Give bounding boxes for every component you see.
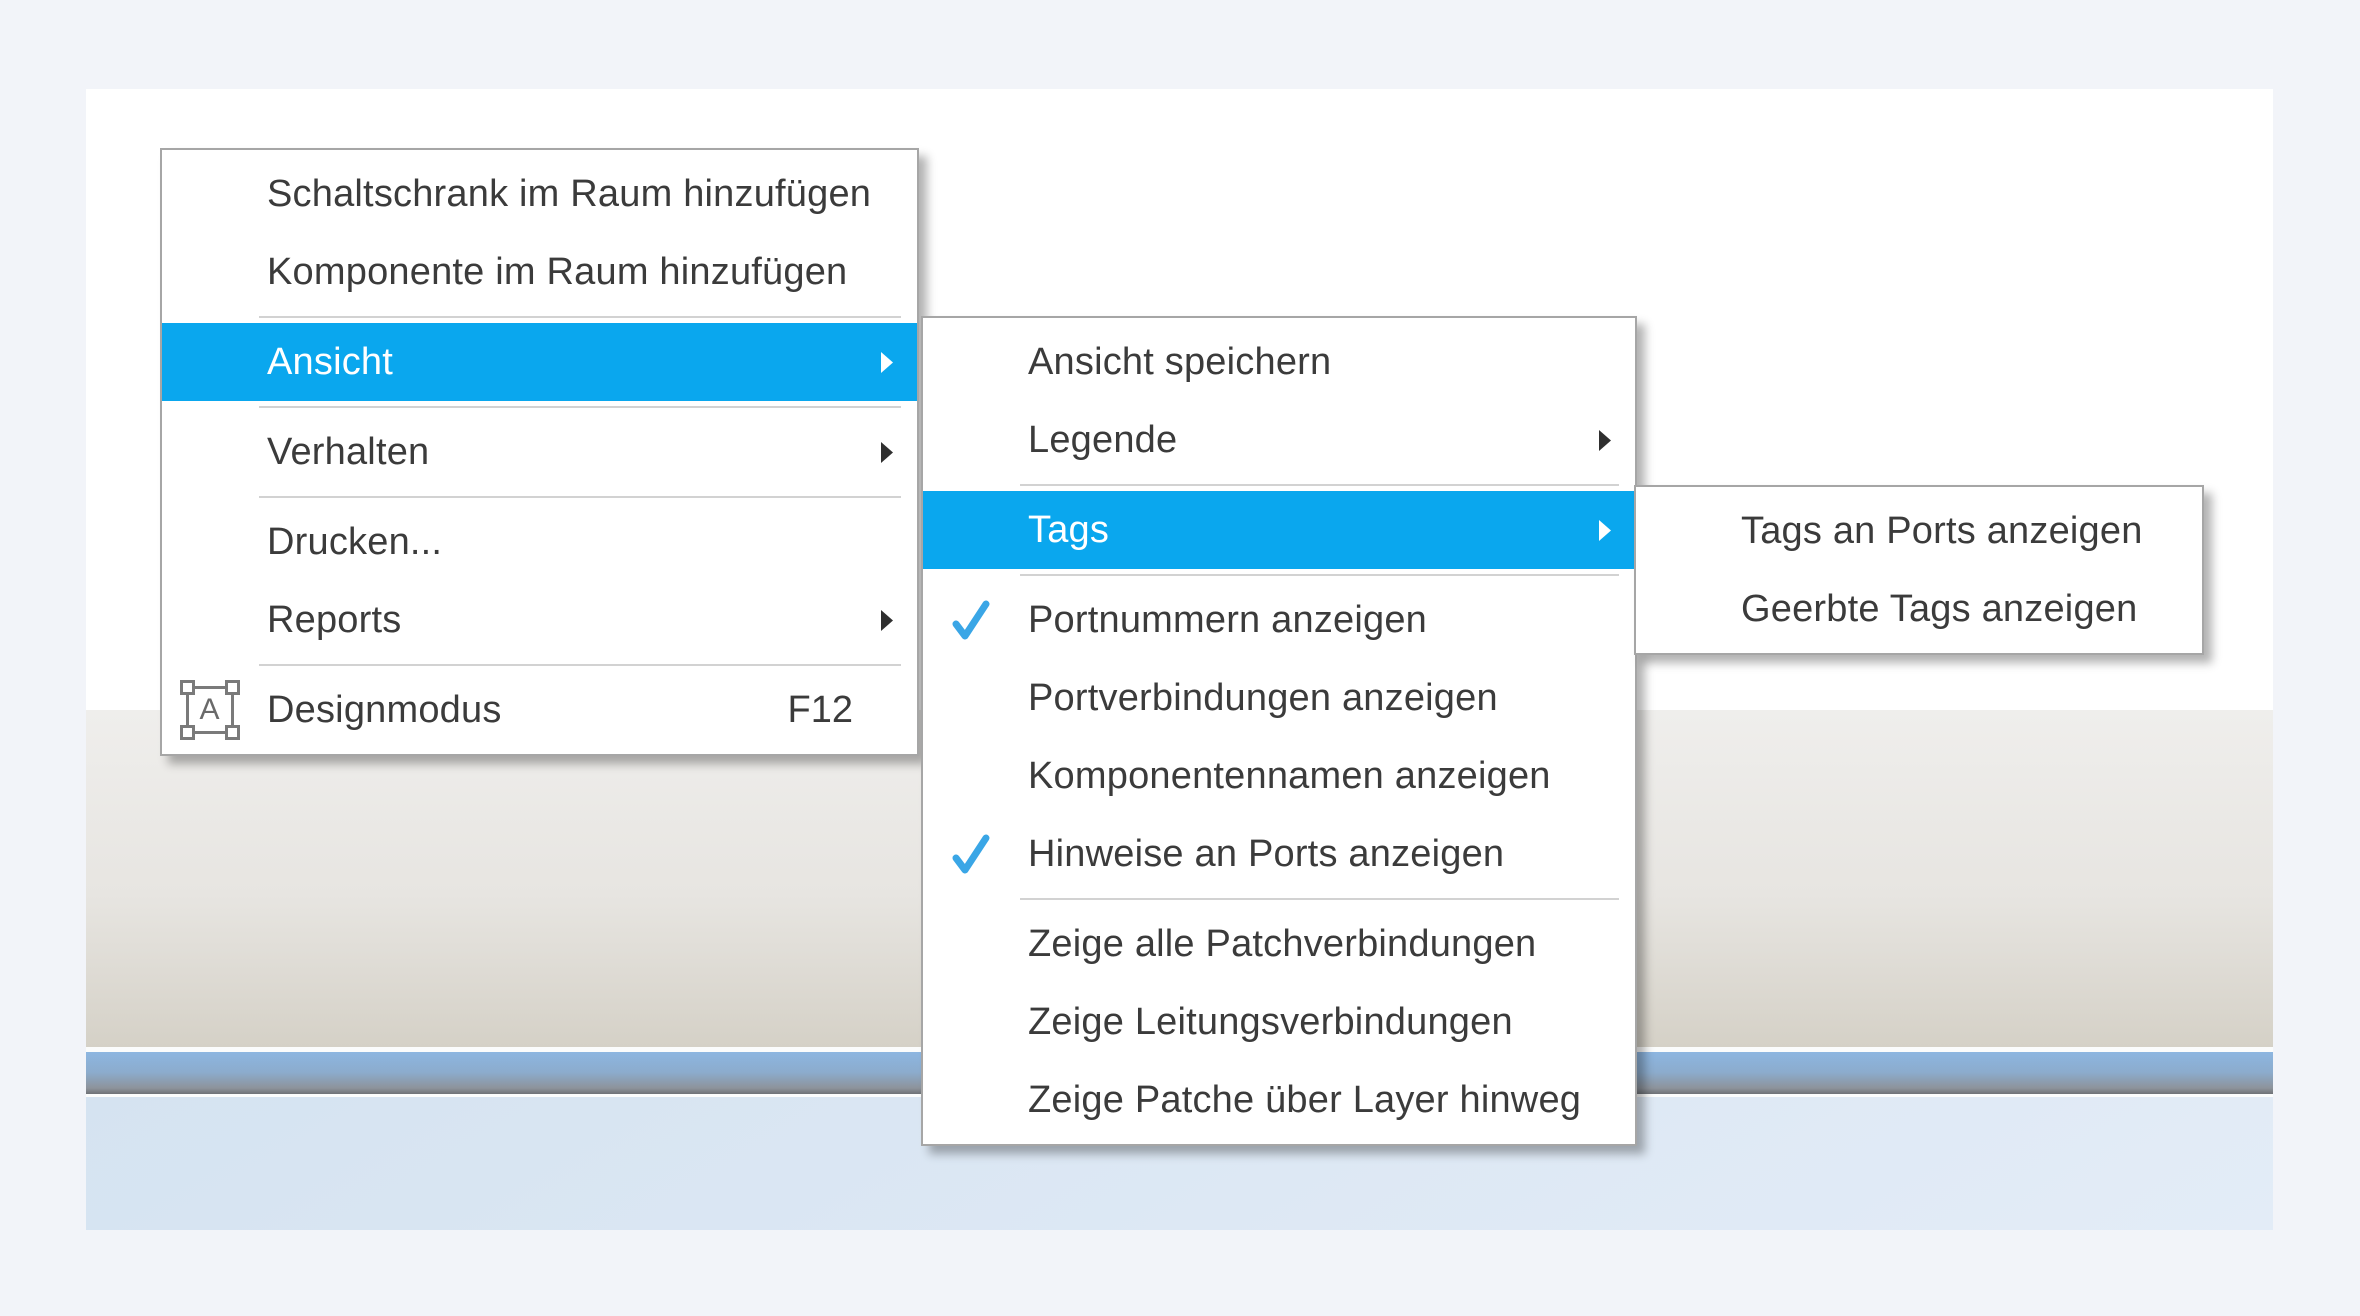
menu-item-tags[interactable]: Tags	[923, 491, 1635, 569]
design-mode-letter: A	[199, 695, 219, 725]
menu-item-verhalten[interactable]: Verhalten	[162, 413, 917, 491]
menu-item-label: Tags an Ports anzeigen	[1731, 510, 2178, 553]
menu-item-komponentennamen[interactable]: Komponentennamen anzeigen	[923, 737, 1635, 815]
menu-item-label: Drucken...	[257, 521, 893, 564]
menu-item-zeige-patchverbindungen[interactable]: Zeige alle Patchverbindungen	[923, 905, 1635, 983]
icon-slot: A	[162, 686, 257, 734]
menu-item-label: Zeige Patche über Layer hinweg	[1018, 1079, 1611, 1122]
menu-separator	[1020, 898, 1619, 900]
menu-item-label: Schaltschrank im Raum hinzufügen	[257, 173, 893, 216]
context-menu: Schaltschrank im Raum hinzufügen Kompone…	[160, 148, 919, 756]
menu-item-label: Hinweise an Ports anzeigen	[1018, 833, 1611, 876]
menu-item-designmodus[interactable]: A Designmodus F12	[162, 671, 917, 749]
menu-item-geerbte-tags[interactable]: Geerbte Tags anzeigen	[1636, 570, 2202, 648]
menu-item-label: Komponentennamen anzeigen	[1018, 755, 1611, 798]
menu-separator	[259, 664, 901, 666]
menu-item-hinweise[interactable]: Hinweise an Ports anzeigen	[923, 815, 1635, 893]
selection-handle	[180, 680, 195, 695]
menu-item-label: Komponente im Raum hinzufügen	[257, 251, 893, 294]
menu-item-label: Geerbte Tags anzeigen	[1731, 588, 2178, 631]
menu-item-legende[interactable]: Legende	[923, 401, 1635, 479]
submenu-arrow-icon	[879, 442, 893, 463]
menu-separator	[1020, 484, 1619, 486]
design-mode-icon: A	[186, 686, 234, 734]
submenu-tags: Tags an Ports anzeigen Geerbte Tags anze…	[1634, 485, 2204, 655]
menu-item-label: Zeige alle Patchverbindungen	[1018, 923, 1611, 966]
menu-item-label: Ansicht speichern	[1018, 341, 1611, 384]
menu-item-label: Verhalten	[257, 431, 879, 474]
submenu-arrow-icon	[1597, 520, 1611, 541]
menu-separator	[259, 316, 901, 318]
menu-item-label: Legende	[1018, 419, 1597, 462]
checkmark-icon	[923, 831, 1018, 877]
menu-item-label: Portverbindungen anzeigen	[1018, 677, 1611, 720]
menu-separator	[259, 496, 901, 498]
submenu-arrow-icon	[1597, 430, 1611, 451]
menu-item-portnummern[interactable]: Portnummern anzeigen	[923, 581, 1635, 659]
menu-item-add-cabinet[interactable]: Schaltschrank im Raum hinzufügen	[162, 155, 917, 233]
menu-item-ansicht[interactable]: Ansicht	[162, 323, 917, 401]
menu-item-add-component[interactable]: Komponente im Raum hinzufügen	[162, 233, 917, 311]
submenu-arrow-icon	[879, 610, 893, 631]
menu-item-label: Ansicht	[257, 341, 879, 384]
menu-item-zeige-leitungsverbindungen[interactable]: Zeige Leitungsverbindungen	[923, 983, 1635, 1061]
menu-item-reports[interactable]: Reports	[162, 581, 917, 659]
menu-item-ansicht-speichern[interactable]: Ansicht speichern	[923, 323, 1635, 401]
menu-item-label: Zeige Leitungsverbindungen	[1018, 1001, 1611, 1044]
menu-item-label: Tags	[1018, 509, 1597, 552]
menu-item-label: Portnummern anzeigen	[1018, 599, 1611, 642]
menu-item-label: Reports	[257, 599, 879, 642]
menu-item-tags-an-ports[interactable]: Tags an Ports anzeigen	[1636, 492, 2202, 570]
menu-item-drucken[interactable]: Drucken...	[162, 503, 917, 581]
menu-item-zeige-patche-layer[interactable]: Zeige Patche über Layer hinweg	[923, 1061, 1635, 1139]
menu-separator	[1020, 574, 1619, 576]
menu-item-label: Designmodus	[257, 689, 788, 732]
submenu-arrow-icon	[879, 352, 893, 373]
selection-handle	[225, 680, 240, 695]
shortcut-text: F12	[788, 689, 853, 732]
submenu-ansicht: Ansicht speichern Legende Tags Portnumme…	[921, 316, 1637, 1146]
selection-handle	[180, 725, 195, 740]
menu-separator	[259, 406, 901, 408]
selection-handle	[225, 725, 240, 740]
checkmark-icon	[923, 597, 1018, 643]
menu-item-portverbindungen[interactable]: Portverbindungen anzeigen	[923, 659, 1635, 737]
